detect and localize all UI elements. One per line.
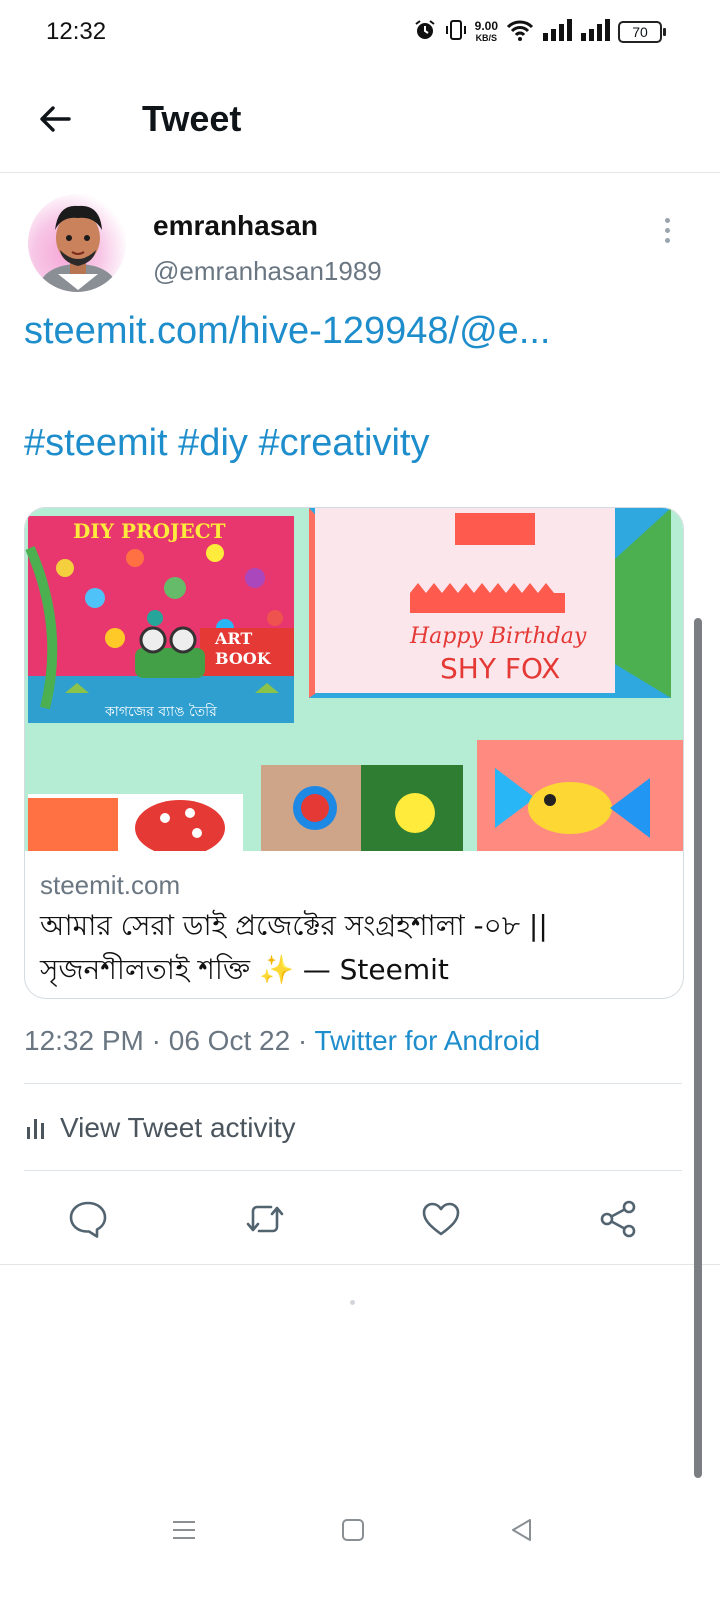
reply-button[interactable] xyxy=(63,1194,113,1244)
net-speed: 9.00 KB/S xyxy=(475,20,498,44)
retweet-button[interactable] xyxy=(240,1194,290,1244)
net-speed-unit: KB/S xyxy=(475,33,498,43)
activity-label: View Tweet activity xyxy=(60,1112,296,1143)
net-speed-value: 9.00 xyxy=(474,19,498,33)
more-options-button[interactable] xyxy=(652,210,682,250)
tweet-date: 06 Oct 22 xyxy=(168,1025,291,1056)
divider xyxy=(24,1170,682,1171)
status-icons: 9.00 KB/S 70 xyxy=(413,16,666,48)
card-image-diy-label: DIY PROJECT xyxy=(73,519,226,543)
meta-separator: · xyxy=(143,1025,169,1056)
meta-separator: · xyxy=(290,1025,315,1056)
card-title: আমার সেরা ডাই প্রজেক্টের সংগ্রহশালা -০৮ … xyxy=(40,909,548,986)
home-square-icon xyxy=(342,1519,364,1541)
more-vertical-icon xyxy=(664,217,670,223)
tweet-timestamp: 12:32 PM · 06 Oct 22 · Twitter for Andro… xyxy=(24,1025,540,1057)
app-header: Tweet xyxy=(0,64,720,173)
share-icon xyxy=(600,1200,636,1238)
alarm-icon xyxy=(413,18,437,47)
reply-icon xyxy=(69,1201,107,1238)
divider xyxy=(0,1264,720,1265)
retweet-icon xyxy=(246,1205,284,1233)
arrow-left-icon xyxy=(40,106,71,132)
tweet-time: 12:32 PM xyxy=(24,1025,144,1056)
back-triangle-icon xyxy=(512,1519,531,1541)
loading-dot xyxy=(350,1300,355,1305)
view-tweet-activity-button[interactable]: View Tweet activity xyxy=(24,1104,296,1152)
bar-chart-icon xyxy=(27,1119,44,1139)
tweet-source-link[interactable]: Twitter for Android xyxy=(315,1025,541,1056)
system-back-button[interactable] xyxy=(500,1508,544,1552)
page-title: Tweet xyxy=(142,98,242,139)
menu-icon xyxy=(173,1521,195,1539)
share-button[interactable] xyxy=(593,1194,643,1244)
signal-icon xyxy=(580,18,610,46)
card-image: DIY PROJECT ART BOOK কাগজের ব্যাঙ তৈরি H… xyxy=(25,508,683,856)
status-time: 12:32 xyxy=(46,18,107,45)
battery-icon: 70 xyxy=(618,21,666,43)
link-preview-card[interactable]: DIY PROJECT ART BOOK কাগজের ব্যাঙ তৈরি H… xyxy=(24,507,684,999)
card-image-bangla-caption: কাগজের ব্যাঙ তৈরি xyxy=(104,703,217,720)
system-nav-bar xyxy=(0,1490,720,1600)
vibrate-icon xyxy=(445,18,467,47)
back-button[interactable] xyxy=(30,94,80,144)
home-button[interactable] xyxy=(331,1508,375,1552)
card-image-happy-birthday: Happy Birthday xyxy=(409,624,587,649)
like-button[interactable] xyxy=(416,1194,466,1244)
avatar[interactable] xyxy=(28,194,126,292)
card-image-book-label: BOOK xyxy=(215,649,272,668)
tweet-hashtags[interactable]: #steemit #diy #creativity xyxy=(24,422,430,465)
card-image-shy-fox: SHY FOX xyxy=(440,652,560,685)
signal-icon xyxy=(542,18,572,46)
tweet-actions xyxy=(0,1186,720,1250)
card-domain: steemit.com xyxy=(40,870,181,900)
wifi-icon xyxy=(506,18,534,47)
tweet-link[interactable]: steemit.com/hive-129948/@e... xyxy=(24,310,551,353)
like-icon xyxy=(422,1202,460,1236)
card-image-art-label: ART xyxy=(214,629,252,648)
display-name[interactable]: emranhasan xyxy=(153,210,318,242)
divider xyxy=(24,1083,682,1084)
menu-button[interactable] xyxy=(162,1508,206,1552)
user-handle[interactable]: @emranhasan1989 xyxy=(153,256,382,287)
status-bar: 12:32 9.00 KB/S 70 xyxy=(0,0,720,64)
scrollbar[interactable] xyxy=(694,618,702,1478)
